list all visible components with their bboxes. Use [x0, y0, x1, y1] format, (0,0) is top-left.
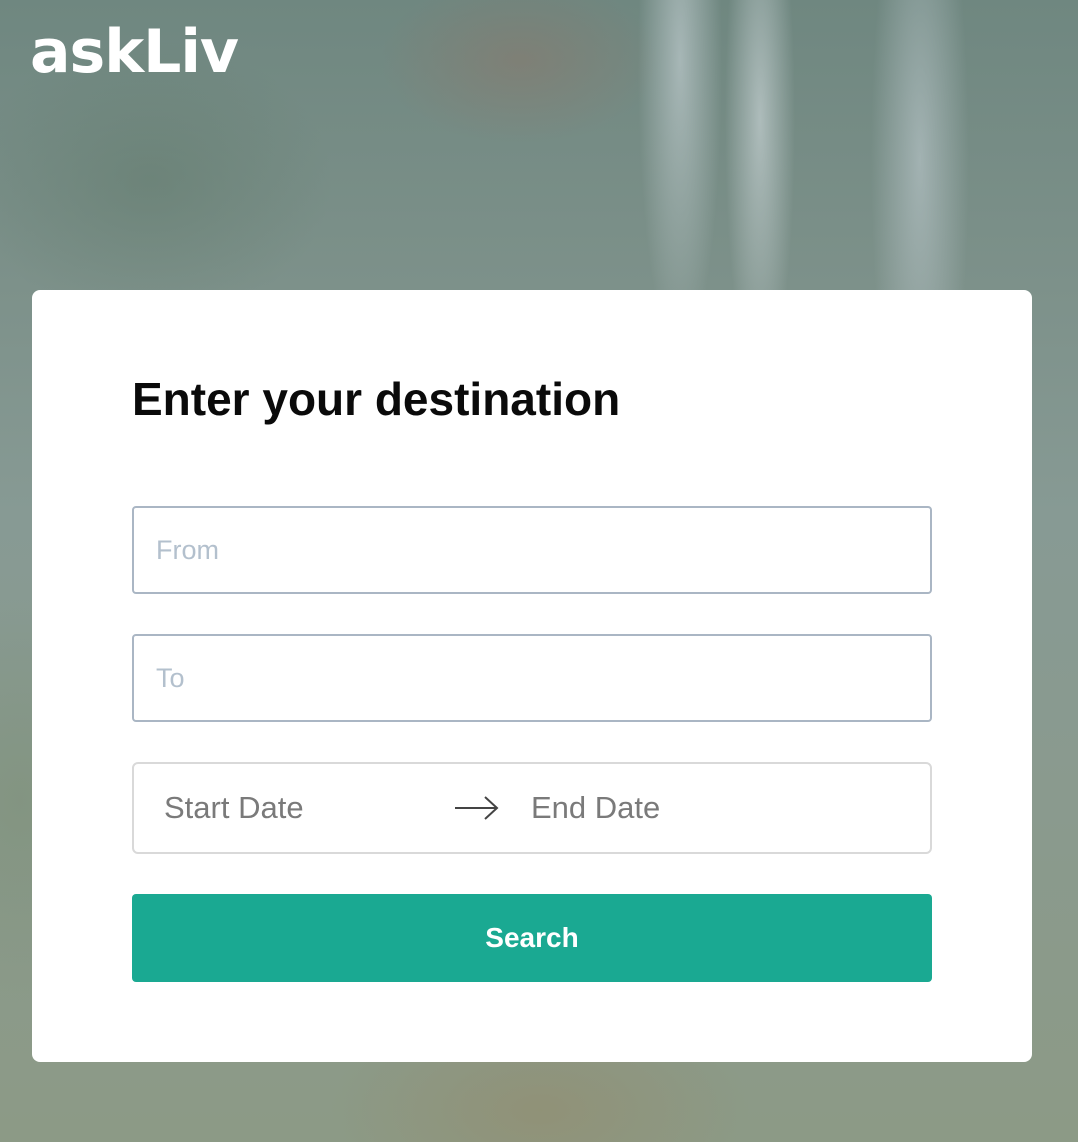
end-date-input[interactable]: [531, 764, 901, 852]
search-button[interactable]: Search: [132, 894, 932, 982]
page: { "brand": { "logo_text": "askLiv" }, "f…: [0, 0, 1078, 1142]
search-card: Enter your destination Search: [32, 290, 1032, 1062]
form-title: Enter your destination: [132, 373, 621, 425]
to-input[interactable]: [132, 634, 932, 722]
from-input[interactable]: [132, 506, 932, 594]
arrow-right-icon: [455, 796, 499, 820]
app-logo: askLiv: [30, 17, 239, 87]
start-date-input[interactable]: [164, 764, 434, 852]
date-range-picker[interactable]: [132, 762, 932, 854]
